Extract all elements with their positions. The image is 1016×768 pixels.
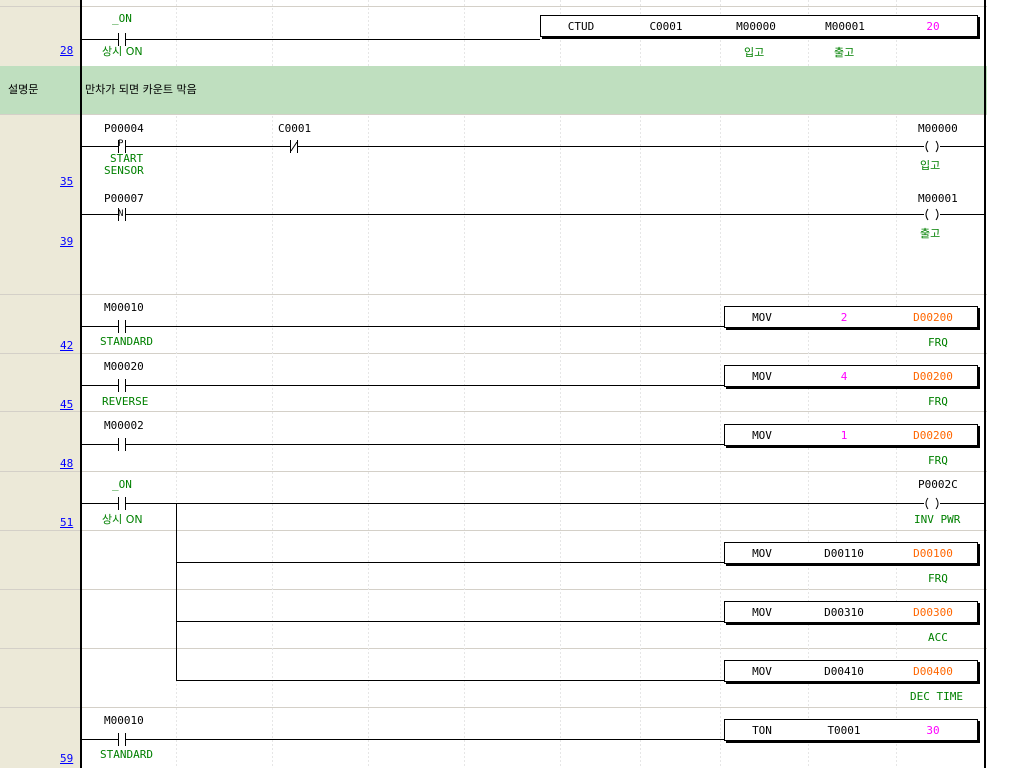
coil-address[interactable]: M00000	[918, 123, 958, 135]
step-number[interactable]: 48	[60, 458, 73, 470]
contact-address[interactable]: M00010	[104, 715, 144, 727]
step-gutter	[0, 0, 80, 768]
operand-comment: FRQ	[928, 395, 948, 408]
instruction-operand: M00000	[736, 20, 776, 33]
contact-comment: 상시 ON	[102, 513, 143, 526]
instruction-destination: D00100	[913, 547, 953, 560]
instruction-op: MOV	[752, 606, 772, 619]
step-number[interactable]: 51	[60, 517, 73, 529]
instruction-source: D00110	[824, 547, 864, 560]
coil-address[interactable]: M00001	[918, 193, 958, 205]
step-number[interactable]: 28	[60, 45, 73, 57]
ton-instruction-box[interactable]: TON T0001 30	[724, 719, 978, 741]
instruction-source: 4	[840, 370, 848, 383]
instruction-source: D00310	[824, 606, 864, 619]
operand-comment: 출고	[834, 46, 855, 59]
contact-address[interactable]: M00020	[104, 361, 144, 373]
step-number[interactable]: 42	[60, 340, 73, 352]
coil-comment: 출고	[920, 227, 941, 240]
instruction-op: CTUD	[567, 20, 595, 33]
instruction-destination: D00400	[913, 665, 953, 678]
instruction-op: MOV	[752, 547, 772, 560]
instruction-operand: M00001	[825, 20, 865, 33]
instruction-preset: 20	[926, 20, 940, 33]
right-margin	[987, 0, 1016, 768]
contact-address[interactable]: M00010	[104, 302, 144, 314]
mov-instruction-box[interactable]: MOV 2 D00200	[724, 306, 978, 328]
mov-instruction-box[interactable]: MOV 1 D00200	[724, 424, 978, 446]
coil-comment: INV PWR	[914, 513, 961, 526]
instruction-source: 2	[840, 311, 848, 324]
mov-instruction-box[interactable]: MOV D00310 D00300	[724, 601, 978, 623]
contact-symbols	[118, 33, 298, 746]
instruction-operand: T0001	[827, 724, 861, 737]
contact-address[interactable]: P00007	[104, 193, 144, 205]
comment-row-label: 설명문	[8, 83, 39, 96]
instruction-destination: D00200	[913, 429, 953, 442]
coil-comment: 입고	[920, 159, 941, 172]
contact-address[interactable]: _ON	[112, 479, 132, 491]
contact-comment: STANDARD	[100, 335, 153, 348]
instruction-operand: C0001	[649, 20, 683, 33]
instruction-preset: 30	[926, 724, 940, 737]
instruction-op: MOV	[752, 311, 772, 324]
ladder-editor: 28 35 39 42 45 48 51 59 설명문 만차가 되면 카운트 막…	[0, 0, 1016, 768]
step-number[interactable]: 35	[60, 176, 73, 188]
instruction-source: D00410	[824, 665, 864, 678]
contact-address[interactable]: _ON	[112, 13, 132, 25]
contact-address[interactable]: M00002	[104, 420, 144, 432]
operand-comment: FRQ	[928, 336, 948, 349]
contact-address[interactable]: C0001	[278, 123, 311, 135]
comment-text[interactable]: 만차가 되면 카운트 막음	[85, 84, 197, 96]
contact-address[interactable]: P00004	[104, 123, 144, 135]
instruction-op: MOV	[752, 429, 772, 442]
instruction-destination: D00300	[913, 606, 953, 619]
operand-comment: DEC TIME	[910, 690, 963, 703]
mov-instruction-box[interactable]: MOV D00410 D00400	[724, 660, 978, 682]
instruction-op: TON	[752, 724, 772, 737]
ctud-instruction-box[interactable]: CTUD C0001 M00000 M00001 20	[540, 15, 978, 37]
mov-instruction-box[interactable]: MOV D00110 D00100	[724, 542, 978, 564]
instruction-source: 1	[840, 429, 848, 442]
operand-comment: ACC	[928, 631, 948, 644]
contact-type-p: P	[118, 139, 124, 149]
contact-comment: REVERSE	[102, 395, 149, 408]
instruction-destination: D00200	[913, 370, 953, 383]
operand-comment: FRQ	[928, 572, 948, 585]
instruction-op: MOV	[752, 370, 772, 383]
coil-address[interactable]: P0002C	[918, 479, 958, 491]
operand-comment: 입고	[744, 46, 765, 59]
mov-instruction-box[interactable]: MOV 4 D00200	[724, 365, 978, 387]
operand-comment: FRQ	[928, 454, 948, 467]
contact-comment: STANDARD	[100, 748, 153, 761]
contact-type-n: N	[118, 209, 124, 219]
step-number[interactable]: 59	[60, 753, 73, 765]
step-number[interactable]: 45	[60, 399, 73, 411]
step-number[interactable]: 39	[60, 236, 73, 248]
contact-comment: SENSOR	[104, 164, 144, 177]
contact-comment: 상시 ON	[102, 45, 143, 58]
instruction-op: MOV	[752, 665, 772, 678]
instruction-destination: D00200	[913, 311, 953, 324]
